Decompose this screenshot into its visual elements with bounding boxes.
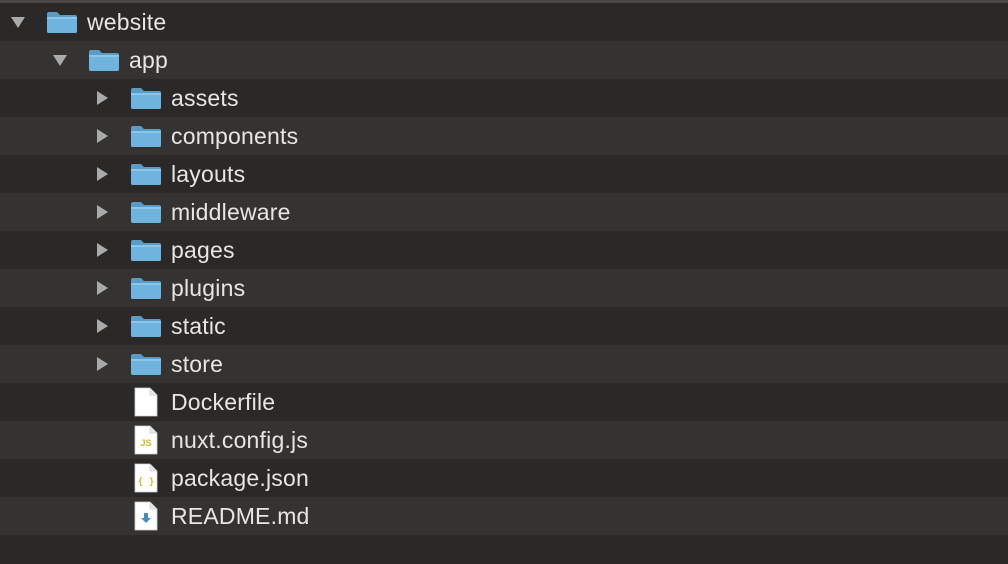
disclosure-expanded-icon[interactable] — [52, 52, 68, 68]
tree-item-label: website — [87, 9, 167, 35]
tree-item-label: components — [171, 123, 299, 149]
folder-icon — [130, 238, 162, 262]
folder-icon — [130, 276, 162, 300]
tree-item-label: pages — [171, 237, 235, 263]
tree-item-label: plugins — [171, 275, 246, 301]
tree-item-label: store — [171, 351, 224, 377]
file-icon — [134, 387, 158, 417]
folder-icon — [88, 48, 120, 72]
tree-item-label: package.json — [171, 465, 309, 491]
markdown-file-icon — [134, 501, 158, 531]
tree-row-dockerfile[interactable]: Dockerfile — [0, 383, 1008, 421]
disclosure-collapsed-icon[interactable] — [94, 128, 110, 144]
disclosure-collapsed-icon[interactable] — [94, 280, 110, 296]
tree-row-components[interactable]: components — [0, 117, 1008, 155]
file-tree: website app assets components layouts middlew… — [0, 0, 1008, 564]
folder-icon — [46, 10, 78, 34]
tree-item-label: layouts — [171, 161, 246, 187]
disclosure-collapsed-icon[interactable] — [94, 356, 110, 372]
tree-item-label: Dockerfile — [171, 389, 276, 415]
tree-row-middleware[interactable]: middleware — [0, 193, 1008, 231]
tree-item-label: assets — [171, 85, 239, 111]
tree-item-label: README.md — [171, 503, 310, 529]
disclosure-collapsed-icon[interactable] — [94, 204, 110, 220]
tree-row-app[interactable]: app — [0, 41, 1008, 79]
tree-row-package-json[interactable]: { } package.json — [0, 459, 1008, 497]
tree-row-static[interactable]: static — [0, 307, 1008, 345]
tree-row-store[interactable]: store — [0, 345, 1008, 383]
disclosure-collapsed-icon[interactable] — [94, 318, 110, 334]
tree-row-plugins[interactable]: plugins — [0, 269, 1008, 307]
tree-row-pages[interactable]: pages — [0, 231, 1008, 269]
folder-icon — [130, 314, 162, 338]
disclosure-expanded-icon[interactable] — [10, 14, 26, 30]
svg-text:{ }: { } — [138, 477, 154, 487]
tree-row-readme-md[interactable]: README.md — [0, 497, 1008, 535]
disclosure-collapsed-icon[interactable] — [94, 166, 110, 182]
svg-text:JS: JS — [140, 438, 151, 448]
tree-row-layouts[interactable]: layouts — [0, 155, 1008, 193]
folder-icon — [130, 352, 162, 376]
folder-icon — [130, 124, 162, 148]
tree-row-website[interactable]: website — [0, 3, 1008, 41]
folder-icon — [130, 162, 162, 186]
disclosure-collapsed-icon[interactable] — [94, 90, 110, 106]
json-file-icon: { } — [134, 463, 158, 493]
tree-row-assets[interactable]: assets — [0, 79, 1008, 117]
disclosure-collapsed-icon[interactable] — [94, 242, 110, 258]
javascript-file-icon: JS — [134, 425, 158, 455]
tree-row-nuxt-config-js[interactable]: JS nuxt.config.js — [0, 421, 1008, 459]
tree-item-label: nuxt.config.js — [171, 427, 309, 453]
tree-item-label: static — [171, 313, 226, 339]
tree-item-label: app — [129, 47, 168, 73]
folder-icon — [130, 200, 162, 224]
tree-item-label: middleware — [171, 199, 291, 225]
folder-icon — [130, 86, 162, 110]
